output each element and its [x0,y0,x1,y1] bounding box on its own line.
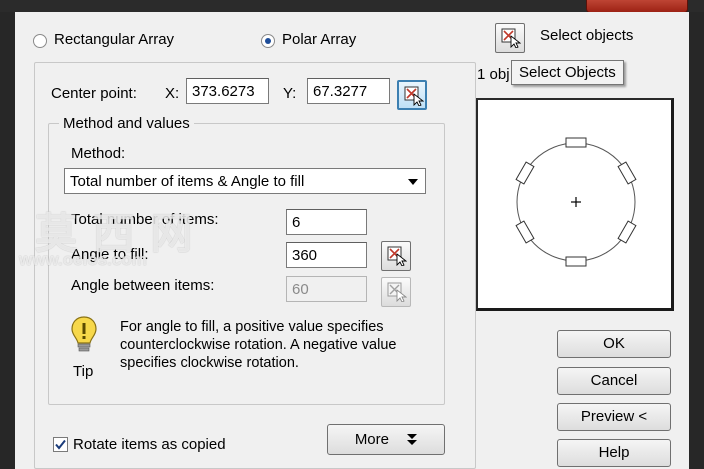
title-bar [0,0,704,13]
tip-text-line1: For angle to fill, a positive value spec… [120,319,384,335]
pick-point-icon [404,86,424,106]
preview-pane [476,98,674,311]
rectangular-array-label[interactable]: Rectangular Array [54,31,174,48]
checkmark-icon [55,439,66,450]
objects-selected-count: 1 obj [477,66,510,83]
method-dropdown-value: Total number of items & Angle to fill [70,173,305,190]
pick-angle-fill-button[interactable] [381,241,411,271]
total-items-input[interactable]: 6 [286,209,367,235]
more-button-label: More [354,431,389,448]
polar-array-radio[interactable] [261,34,275,48]
tip-text-line3: specifies clockwise rotation. [120,355,299,371]
center-x-input[interactable]: 373.6273 [186,78,269,104]
tip-text-line2: counterclockwise rotation. A negative va… [120,337,397,353]
center-y-label: Y: [283,85,297,102]
double-chevron-down-icon [407,434,418,446]
pick-angle-between-button [381,277,411,307]
rectangular-array-radio[interactable] [33,34,47,48]
center-x-label: X: [165,85,180,102]
angle-fill-input[interactable]: 360 [286,242,367,268]
rotate-items-checkbox[interactable] [53,437,68,452]
rotate-items-label[interactable]: Rotate items as copied [73,436,226,453]
method-values-title: Method and values [59,115,194,132]
select-objects-button[interactable] [495,23,525,53]
help-button[interactable]: Help [557,439,671,467]
select-objects-label: Select objects [540,27,634,44]
angle-between-label: Angle between items: [71,277,215,294]
pick-center-point-button[interactable] [397,80,427,110]
array-dialog: Rectangular Array Polar Array Center poi… [0,0,704,469]
method-dropdown[interactable]: Total number of items & Angle to fill [64,168,426,194]
lightbulb-icon [71,316,97,352]
more-button[interactable]: More [327,424,445,455]
ok-button[interactable]: OK [557,330,671,358]
total-items-label: Total number of items: [71,211,219,228]
center-y-input[interactable]: 67.3277 [307,78,390,104]
method-label: Method: [71,145,126,162]
angle-fill-label: Angle to fill: [71,246,149,263]
select-objects-tooltip: Select Objects [511,60,624,85]
angle-between-input: 60 [286,276,367,302]
tip-label: Tip [73,363,94,380]
pick-angle-disabled-icon [387,282,407,302]
preview-button[interactable]: Preview < [557,403,671,431]
center-point-label: Center point: [51,85,137,102]
cancel-button[interactable]: Cancel [557,367,671,395]
polar-array-label[interactable]: Polar Array [282,31,356,48]
dropdown-arrow-icon [408,179,418,185]
pick-angle-icon [387,246,407,266]
polar-array-preview-graphic [515,137,637,267]
dialog-client-area: Rectangular Array Polar Array Center poi… [15,12,689,469]
select-objects-icon [501,28,521,48]
